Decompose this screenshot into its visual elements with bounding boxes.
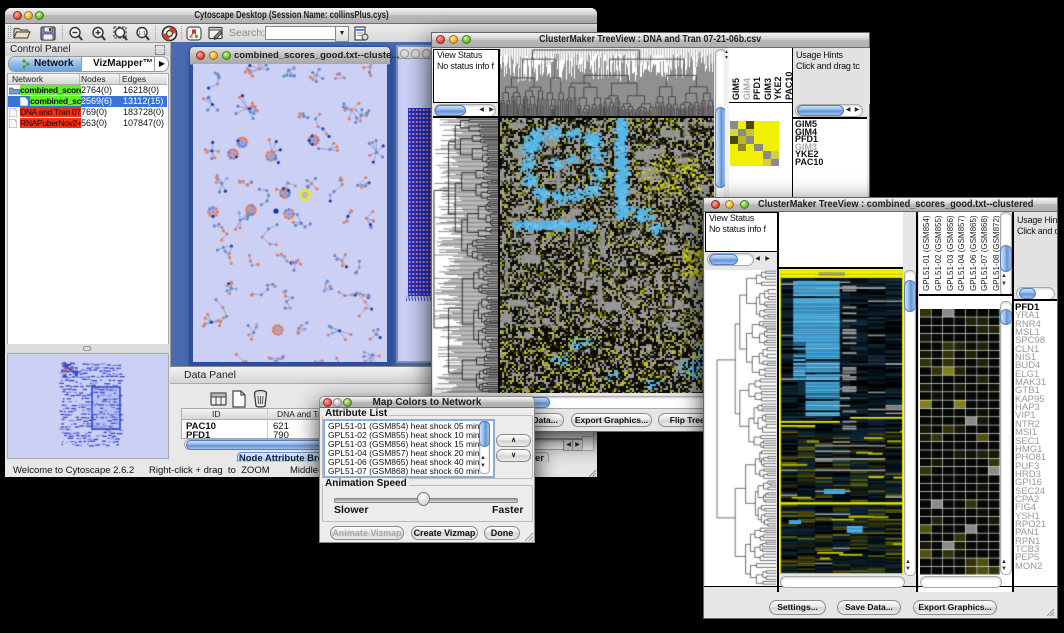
svg-text:1:1: 1:1 xyxy=(138,31,146,37)
